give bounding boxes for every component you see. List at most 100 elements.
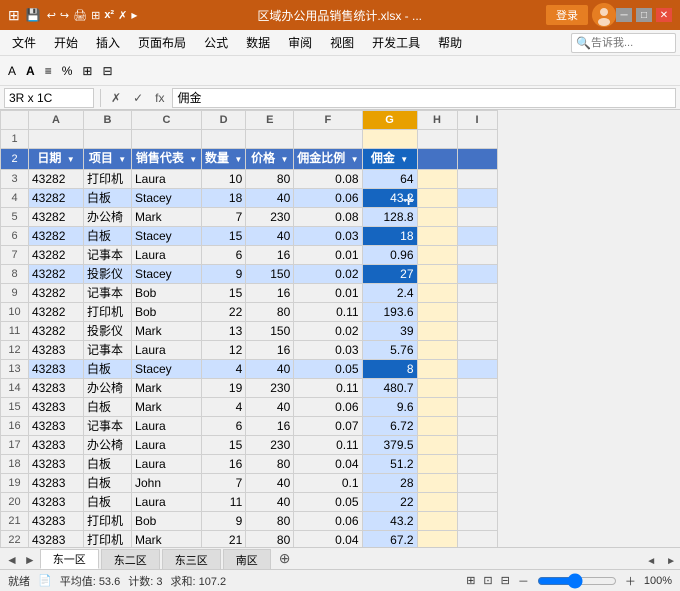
cell[interactable] [417,398,457,417]
toolbar-icon-1[interactable]: A [4,62,20,80]
cell[interactable] [457,398,497,417]
cell[interactable] [417,531,457,548]
cell[interactable] [457,149,497,170]
add-sheet-button[interactable]: ⊕ [273,548,297,569]
menu-file[interactable]: 文件 [4,32,44,53]
formula-confirm[interactable]: ✓ [129,90,147,106]
cell[interactable] [457,130,497,149]
cell[interactable]: 43282 [29,227,84,246]
menu-formula[interactable]: 公式 [196,32,236,53]
cell[interactable]: 记事本 [84,246,132,265]
cell[interactable]: 80 [246,170,294,189]
cell[interactable]: 9 [202,512,246,531]
cell[interactable]: 19 [202,379,246,398]
menu-insert[interactable]: 插入 [88,32,128,53]
cell-header-rep[interactable]: 销售代表 ▼ [132,149,202,170]
cell[interactable]: 21 [202,531,246,548]
cell[interactable]: 27 [362,265,417,284]
scrollbar-left[interactable]: ◄ [642,554,660,569]
print-icon[interactable]: 🖨 [73,9,87,22]
cell[interactable]: Mark [132,208,202,227]
cell[interactable]: Mark [132,398,202,417]
cell[interactable] [417,322,457,341]
cell[interactable]: 0.06 [294,398,362,417]
cell[interactable] [417,227,457,246]
cell[interactable] [457,531,497,548]
cell[interactable]: 16 [246,341,294,360]
cell[interactable]: 43282 [29,284,84,303]
cell[interactable]: 128.8 [362,208,417,227]
cell[interactable]: 43283 [29,474,84,493]
table-icon[interactable]: ⊞ [91,9,100,22]
tab-nan[interactable]: 南区 [223,549,271,569]
cell[interactable]: 4 [202,398,246,417]
cell[interactable]: Stacey [132,360,202,379]
cell[interactable]: 记事本 [84,417,132,436]
cell[interactable] [417,246,457,265]
cell[interactable]: 记事本 [84,341,132,360]
cell[interactable]: 7 [202,208,246,227]
cell[interactable]: 0.03 [294,341,362,360]
col-header-A[interactable]: A [29,111,84,130]
cell[interactable]: 43283 [29,417,84,436]
col-header-B[interactable]: B [84,111,132,130]
cell[interactable]: 10 [202,170,246,189]
formula-input[interactable] [172,88,676,108]
cell[interactable]: 43283 [29,398,84,417]
cell[interactable]: 15 [202,436,246,455]
cell[interactable]: Bob [132,284,202,303]
cell[interactable]: 白板 [84,474,132,493]
cell[interactable] [417,436,457,455]
col-header-I[interactable]: I [457,111,497,130]
cell[interactable] [457,417,497,436]
undo-icon[interactable]: ↩ [47,9,56,22]
search-input[interactable] [591,37,671,49]
cell[interactable] [294,130,362,149]
cell[interactable]: 480.7 [362,379,417,398]
cell[interactable]: 22 [362,493,417,512]
cell[interactable]: 67.2 [362,531,417,548]
cell[interactable]: 0.02 [294,322,362,341]
cell[interactable] [202,130,246,149]
cell[interactable]: 0.11 [294,379,362,398]
col-header-D[interactable]: D [202,111,246,130]
cell[interactable]: Mark [132,322,202,341]
cell[interactable]: Mark [132,531,202,548]
cell[interactable]: 16 [246,417,294,436]
cell[interactable]: 0.08 [294,170,362,189]
view-normal-icon[interactable]: ⊞ [466,574,475,587]
cell[interactable]: 40 [246,493,294,512]
menu-home[interactable]: 开始 [46,32,86,53]
cell[interactable]: 0.05 [294,493,362,512]
cell[interactable]: 150 [246,322,294,341]
cell[interactable]: 40 [246,189,294,208]
cell[interactable] [457,341,497,360]
menu-review[interactable]: 审阅 [280,32,320,53]
cell[interactable]: 0.06 [294,189,362,208]
view-page-icon[interactable]: ⊡ [483,574,492,587]
cell[interactable]: 2.4 [362,284,417,303]
search-box[interactable]: 🔍 [571,33,676,53]
italic-icon[interactable]: ✗ [118,9,127,22]
cell[interactable] [417,189,457,208]
cell-header-commission[interactable]: 佣金 ▼ [362,149,417,170]
cell-header-qty[interactable]: 数量 ▼ [202,149,246,170]
cell[interactable]: 11 [202,493,246,512]
cell[interactable]: 打印机 [84,170,132,189]
cell-selected[interactable]: 43.2 ✛ [362,189,417,208]
cell[interactable] [417,149,457,170]
tab-dong2[interactable]: 东二区 [101,549,160,569]
cell[interactable]: 16 [202,455,246,474]
cell[interactable]: 白板 [84,398,132,417]
tab-dong1[interactable]: 东一区 [40,549,99,569]
cell[interactable]: 150 [246,265,294,284]
cell[interactable]: 5.76 [362,341,417,360]
cell[interactable] [417,493,457,512]
cell-header-item[interactable]: 项目 ▼ [84,149,132,170]
toolbar-icon-6[interactable]: ⊟ [98,62,116,80]
cell[interactable]: 8 [362,360,417,379]
cell[interactable]: 白板 [84,493,132,512]
cell[interactable]: 6.72 [362,417,417,436]
cell[interactable] [457,474,497,493]
cell[interactable] [457,303,497,322]
